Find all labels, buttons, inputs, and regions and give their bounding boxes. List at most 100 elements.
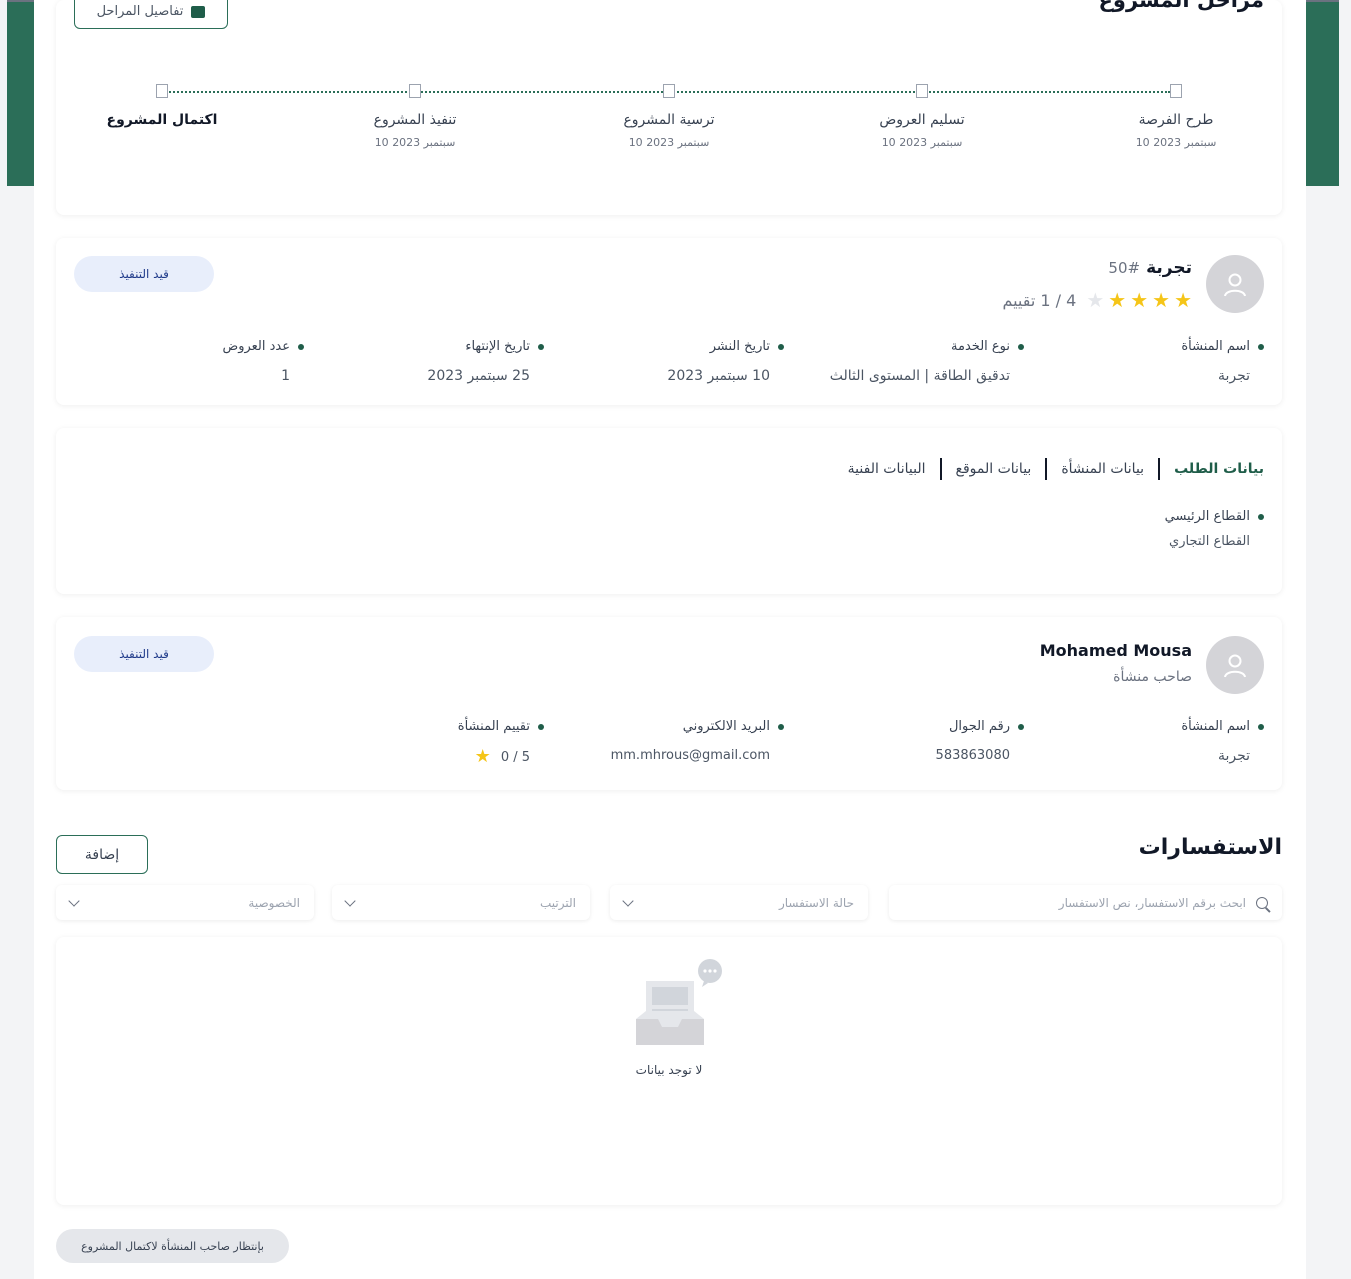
field-label: البريد الالكتروني bbox=[611, 719, 784, 734]
field-label: نوع الخدمة bbox=[830, 339, 1024, 354]
stage-date: 10 سبتمبر 2023 bbox=[374, 136, 456, 149]
stage-name: تنفيذ المشروع bbox=[373, 112, 457, 128]
stage-item: طرح الفرصة 10 سبتمبر 2023 bbox=[1096, 84, 1256, 149]
project-summary-card: تجربة #50 ★ ★ ★ ★ ★ 4 / 1 تقييم قيد التنف… bbox=[56, 238, 1282, 405]
field-value: تجربة bbox=[1217, 748, 1250, 764]
field-label: اسم المنشأة bbox=[1181, 719, 1264, 734]
stage-date: 10 سبتمبر 2023 bbox=[881, 136, 963, 149]
project-field: عدد العروض 1 bbox=[222, 339, 304, 384]
field-value: mm.mhrous@gmail.com bbox=[610, 748, 770, 763]
search-icon bbox=[1256, 896, 1268, 909]
owner-field: البريد الالكتروني mm.mhrous@gmail.com bbox=[611, 719, 784, 763]
status-badge: قيد التنفيذ bbox=[74, 636, 214, 672]
inquiry-sort-select[interactable]: الترتيب bbox=[332, 885, 590, 920]
star-empty-icon: ★ bbox=[1086, 288, 1105, 312]
facility-rating-value: 0 / 5 bbox=[500, 749, 530, 765]
project-number: #50 bbox=[1108, 259, 1141, 277]
facility-rating: 0 / 5 ★ bbox=[458, 748, 544, 766]
chevron-down-icon bbox=[622, 894, 634, 907]
select-placeholder: حالة الاستفسار bbox=[778, 895, 854, 910]
owner-field: اسم المنشأة تجربة bbox=[1181, 719, 1264, 764]
project-field: نوع الخدمة تدقيق الطاقة | المستوى الثالث bbox=[830, 339, 1024, 384]
stage-name: اكتمال المشروع bbox=[106, 112, 218, 128]
star-icon: ★ bbox=[1174, 288, 1192, 312]
stage-checkbox-icon bbox=[916, 84, 928, 98]
inquiry-status-select[interactable]: حالة الاستفسار bbox=[610, 885, 868, 920]
project-field: تاريخ الإنتهاء 25 سبتمبر 2023 bbox=[427, 339, 544, 384]
owner-card: Mohamed Mousa صاحب منشأة قيد التنفيذ اسم… bbox=[56, 617, 1282, 790]
owner-field: رقم الجوال 583863080 bbox=[936, 719, 1024, 763]
owner-role: صاحب منشأة bbox=[1113, 669, 1192, 685]
tab-request-data[interactable]: بيانات الطلب bbox=[1160, 461, 1264, 477]
field-label: اسم المنشأة bbox=[1181, 339, 1264, 354]
rating-text: 4 / 1 تقييم bbox=[1002, 290, 1077, 310]
inquiry-privacy-select[interactable]: الخصوصية bbox=[56, 885, 314, 920]
stage-item: ترسية المشروع 10 سبتمبر 2023 bbox=[589, 84, 749, 149]
stage-name: ترسية المشروع bbox=[623, 112, 715, 128]
select-placeholder: الترتيب bbox=[540, 895, 576, 910]
stage-name: تسليم العروض bbox=[879, 112, 965, 128]
field-value: 10 سبتمبر 2023 bbox=[667, 368, 770, 384]
empty-inbox-icon bbox=[636, 959, 722, 1045]
star-icon: ★ bbox=[1152, 288, 1171, 312]
sector-field: القطاع الرئيسي القطاع التجاري bbox=[1165, 509, 1264, 549]
stage-name: طرح الفرصة bbox=[1138, 112, 1214, 128]
field-label: عدد العروض bbox=[222, 339, 304, 354]
chevron-down-icon bbox=[344, 894, 356, 907]
tab-separator bbox=[939, 458, 942, 480]
stage-checkbox-icon bbox=[409, 84, 421, 98]
stages-title: مراحل المشروع bbox=[1098, 0, 1264, 12]
field-value: 583863080 bbox=[935, 748, 1010, 763]
tab-location-data[interactable]: بيانات الموقع bbox=[942, 461, 1046, 477]
stage-checkbox-icon bbox=[1170, 84, 1182, 98]
user-icon bbox=[1224, 654, 1246, 678]
project-rating: ★ ★ ★ ★ ★ 4 / 1 تقييم bbox=[1002, 290, 1192, 310]
field-label: رقم الجوال bbox=[936, 719, 1024, 734]
stage-details-label: تفاصيل المراحل bbox=[96, 4, 184, 19]
field-value: 1 bbox=[281, 368, 290, 384]
star-icon: ★ bbox=[1108, 288, 1127, 312]
owner-avatar bbox=[1206, 636, 1264, 694]
field-value: القطاع التجاري bbox=[1169, 534, 1250, 549]
details-tabs-card: بيانات الطلب بيانات المنشأة بيانات الموق… bbox=[56, 428, 1282, 594]
tab-technical-data[interactable]: البيانات الفنية bbox=[834, 461, 940, 477]
details-tabs: بيانات الطلب بيانات المنشأة بيانات الموق… bbox=[834, 458, 1264, 480]
add-inquiry-button[interactable]: إضافة bbox=[56, 835, 148, 874]
stage-checkbox-icon bbox=[156, 84, 168, 98]
exit-icon bbox=[191, 5, 206, 18]
project-field: اسم المنشأة تجربة bbox=[1181, 339, 1264, 384]
stage-checkbox-icon bbox=[663, 84, 675, 98]
tab-separator bbox=[1045, 458, 1048, 480]
brand-band-right bbox=[1305, 0, 1339, 186]
field-label: تقييم المنشأة bbox=[458, 719, 544, 734]
project-avatar bbox=[1206, 255, 1264, 313]
field-value: تدقيق الطاقة | المستوى الثالث bbox=[829, 368, 1010, 384]
tab-separator bbox=[1158, 458, 1161, 480]
field-value: 25 سبتمبر 2023 bbox=[427, 368, 530, 384]
chevron-down-icon bbox=[68, 894, 80, 907]
stage-date: 10 سبتمبر 2023 bbox=[1135, 136, 1217, 149]
inquiries-empty-state: لا توجد بيانات bbox=[56, 937, 1282, 1205]
owner-name: Mohamed Mousa bbox=[1039, 641, 1192, 660]
empty-state-text: لا توجد بيانات bbox=[635, 1063, 703, 1077]
project-title: تجربة #50 bbox=[1108, 258, 1192, 278]
star-icon: ★ bbox=[474, 746, 491, 767]
field-label: القطاع الرئيسي bbox=[1165, 509, 1264, 524]
stage-date: 10 سبتمبر 2023 bbox=[628, 136, 710, 149]
main-page: مراحل المشروع تفاصيل المراحل طرح الفرصة … bbox=[34, 0, 1306, 1279]
select-placeholder: الخصوصية bbox=[248, 895, 300, 910]
stage-details-button[interactable]: تفاصيل المراحل bbox=[74, 0, 228, 29]
field-label: تاريخ النشر bbox=[667, 339, 784, 354]
user-icon bbox=[1224, 273, 1246, 297]
stage-item: تسليم العروض 10 سبتمبر 2023 bbox=[842, 84, 1002, 149]
project-name: تجربة bbox=[1146, 258, 1192, 278]
field-value: تجربة bbox=[1217, 368, 1250, 384]
field-label: تاريخ الإنتهاء bbox=[427, 339, 544, 354]
status-badge: قيد التنفيذ bbox=[74, 256, 214, 292]
stage-item: تنفيذ المشروع 10 سبتمبر 2023 bbox=[335, 84, 495, 149]
search-placeholder: ابحث برقم الاستفسار، نص الاستفسار bbox=[1058, 895, 1246, 910]
tab-facility-data[interactable]: بيانات المنشأة bbox=[1047, 461, 1158, 477]
project-stages-card: مراحل المشروع تفاصيل المراحل طرح الفرصة … bbox=[56, 0, 1282, 215]
star-icon: ★ bbox=[1130, 288, 1149, 312]
inquiry-search-input[interactable]: ابحث برقم الاستفسار، نص الاستفسار bbox=[889, 885, 1282, 920]
